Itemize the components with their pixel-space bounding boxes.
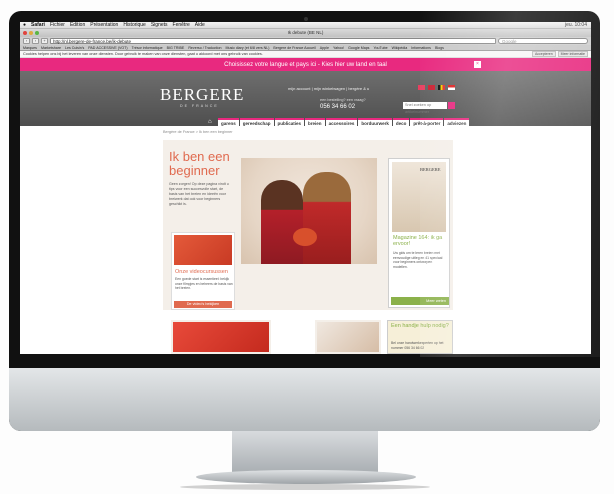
hero-panel: Ik ben een beginner Geen zorgen! Op deze…	[163, 140, 453, 310]
bookmark-item[interactable]: Bergere de France Accueil	[273, 46, 315, 50]
language-flags	[418, 85, 455, 90]
site-header: BERGERE DE FRANCE mijn account | mijn wi…	[20, 71, 591, 127]
search-icon[interactable]	[448, 102, 455, 109]
accept-cookies-button[interactable]: Accepteren	[531, 51, 556, 57]
flag-icon[interactable]	[428, 85, 435, 90]
magazine-title: Magazine 164: ik ga ervoor!	[393, 235, 443, 247]
video-card-title: Onze videocursussen	[175, 269, 228, 275]
zoom-window-button[interactable]	[35, 31, 39, 35]
magazine-logo: BERGERE	[420, 167, 441, 172]
stand-shadow	[180, 484, 430, 490]
browser-titlebar: Ik debute (BE NL)	[20, 29, 591, 37]
bookmark-item[interactable]: Yahoo!	[333, 46, 344, 50]
woman-figure	[303, 172, 351, 264]
window-title: Ik debute (BE NL)	[287, 30, 324, 35]
close-icon[interactable]: ×	[474, 61, 481, 68]
menu-fichier[interactable]: Fichier	[50, 22, 65, 28]
page-title-line-2: beginner	[169, 163, 220, 178]
page-title-line-1: Ik ben een	[169, 149, 230, 164]
desktop-scene: ● Safari Fichier Edition Présentation Hi…	[0, 0, 614, 494]
woman-figure	[261, 180, 303, 264]
browser-toolbar: ‹ › + http://nl.bergere-de-france.be/ik-…	[20, 37, 591, 45]
bookmark-item[interactable]: Trésor informatique	[132, 46, 163, 50]
bookmark-item[interactable]: Blogs	[435, 46, 444, 50]
bookmark-item[interactable]: YouTube	[373, 46, 387, 50]
monitor-stand	[232, 431, 378, 473]
phone-label: een bestelling? een vraag?	[320, 98, 366, 102]
video-courses-card[interactable]: Onze videocursussen Een goede start is e…	[171, 232, 235, 310]
yarn-image	[174, 235, 232, 265]
site-logo[interactable]: BERGERE	[160, 85, 244, 105]
home-icon[interactable]: ⌂	[208, 119, 212, 125]
knitting-photo	[241, 158, 377, 264]
menu-signets[interactable]: Signets	[151, 22, 168, 28]
flag-icon[interactable]	[418, 85, 425, 90]
menu-presentation[interactable]: Présentation	[90, 22, 118, 28]
address-bar[interactable]: http://nl.bergere-de-france.be/ik-debute	[50, 38, 496, 44]
account-links[interactable]: mijn account | mijn winkelwagen | bergèr…	[288, 86, 369, 91]
cookie-actions: Accepteren Meer informatie	[531, 51, 588, 57]
site-logo-subtitle: DE FRANCE	[180, 104, 219, 108]
watch-videos-button[interactable]: De video's bekijken	[174, 301, 232, 308]
bookmark-item[interactable]: Marketshare	[41, 46, 61, 50]
menu-historique[interactable]: Historique	[123, 22, 146, 28]
language-banner[interactable]: Choisissez votre langue et pays ici - Ki…	[20, 58, 591, 71]
site-search-input[interactable]: Snel zoeken op artikelnummer	[403, 102, 447, 114]
bookmark-item[interactable]: BIG TRIBE	[167, 46, 185, 50]
bookmark-item[interactable]: Marques	[23, 46, 37, 50]
cookie-text: Cookies helpen ons bij het leveren van o…	[23, 52, 263, 56]
window-controls	[23, 31, 39, 35]
cookie-notice: Cookies helpen ons bij het leveren van o…	[20, 51, 591, 58]
bookmark-item[interactable]: Reverso / Traduction	[188, 46, 221, 50]
bookmark-item[interactable]: Music diary (et 6/8 vers NL)	[225, 46, 269, 50]
menubar-clock[interactable]: jeu. 10:04	[565, 22, 591, 28]
yarn-tile[interactable]	[171, 320, 271, 354]
breadcrumb[interactable]: Bergère de France > Ik ben een beginner	[163, 130, 233, 134]
magazine-text: Uw gids om te leren breien met eenvoudig…	[393, 251, 443, 269]
menu-edition[interactable]: Edition	[70, 22, 85, 28]
apple-icon[interactable]: ●	[23, 22, 26, 28]
monitor-chin	[9, 368, 600, 431]
bookmark-item[interactable]: Les Cuisin’s	[65, 46, 84, 50]
more-info-button[interactable]: Meer informatie	[557, 51, 588, 57]
bookmark-item[interactable]: Apple	[320, 46, 329, 50]
phone-number: 056 34 66 02	[320, 104, 356, 110]
page-body: Bergère de France > Ik ben een beginner …	[20, 126, 591, 354]
back-button[interactable]: ‹	[23, 38, 30, 44]
tutorial-tile[interactable]	[315, 320, 381, 354]
learn-more-button[interactable]: Meer weten	[391, 297, 449, 305]
bookmark-item[interactable]: PAD ACCESSIVE (VOT)	[88, 46, 127, 50]
flag-icon[interactable]	[448, 85, 455, 90]
video-card-text: Een goede start is essentieel: bekijk on…	[175, 277, 233, 290]
menu-aide[interactable]: Aide	[195, 22, 205, 28]
bookmark-item[interactable]: Wikipédia	[392, 46, 408, 50]
flag-icon[interactable]	[438, 85, 445, 90]
help-card-text: Bel onze handwerkexperten op het nummer …	[391, 341, 444, 350]
page-title: Ik ben een beginner	[169, 150, 230, 178]
hero-description: Geen zorgen! Op deze pagina vindt u tips…	[169, 182, 229, 206]
help-card-title: Een handje hulp nodig?	[391, 323, 449, 329]
minimize-window-button[interactable]	[29, 31, 33, 35]
screen: ● Safari Fichier Edition Présentation Hi…	[20, 22, 591, 354]
monitor-foot	[196, 470, 416, 484]
camera	[304, 17, 308, 21]
bookmark-item[interactable]: Google Maps	[348, 46, 369, 50]
bookmark-item[interactable]: Informations	[411, 46, 431, 50]
add-bookmark-button[interactable]: +	[41, 38, 48, 44]
magazine-card[interactable]: BERGERE Magazine 164: ik ga ervoor! Uw g…	[388, 158, 450, 308]
mac-menubar: ● Safari Fichier Edition Présentation Hi…	[20, 22, 591, 29]
help-card[interactable]: Een handje hulp nodig? Bel onze handwerk…	[387, 320, 453, 354]
menu-fenetre[interactable]: Fenêtre	[173, 22, 190, 28]
menu-app[interactable]: Safari	[31, 22, 45, 28]
yarn-ball	[293, 228, 317, 246]
close-window-button[interactable]	[23, 31, 27, 35]
browser-search-field[interactable]: Google	[498, 38, 588, 44]
language-banner-text[interactable]: Choisissez votre langue et pays ici - Ki…	[224, 62, 387, 68]
forward-button[interactable]: ›	[32, 38, 39, 44]
magazine-cover-image: BERGERE	[392, 162, 446, 232]
